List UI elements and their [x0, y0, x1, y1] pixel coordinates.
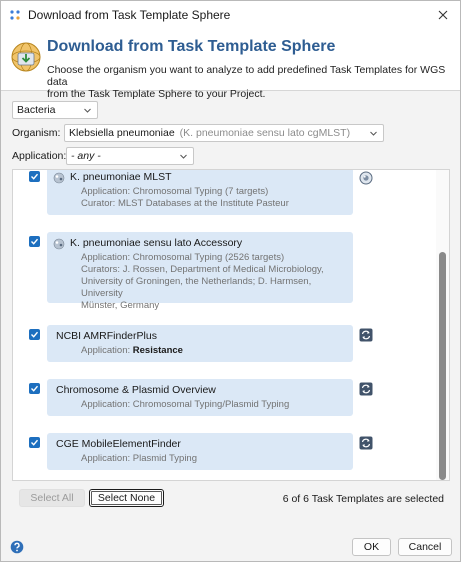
- page-title: Download from Task Template Sphere: [47, 38, 336, 55]
- detail-line: University of Groningen, the Netherlands…: [81, 276, 312, 299]
- item-checkbox[interactable]: [29, 171, 40, 182]
- checkmark-icon: [31, 173, 39, 180]
- task-template-list[interactable]: K. pneumoniae MLST Application: Chromoso…: [12, 169, 450, 481]
- select-none-button[interactable]: Select None: [89, 489, 164, 507]
- header-description: Choose the organism you want to analyze …: [47, 64, 452, 100]
- cancel-button[interactable]: Cancel: [398, 538, 452, 556]
- template-details: Application: Plasmid Typing: [81, 453, 197, 465]
- detail-line: Application: Chromosomal Typing (7 targe…: [81, 186, 269, 197]
- selection-status: 6 of 6 Task Templates are selected: [282, 493, 444, 505]
- template-name: NCBI AMRFinderPlus: [56, 330, 157, 342]
- template-icon: [53, 238, 65, 250]
- chevron-down-icon: [180, 154, 187, 159]
- chevron-down-icon: [370, 131, 377, 136]
- select-all-button[interactable]: Select All: [19, 489, 85, 507]
- dialog-header: Download from Task Template Sphere Choos…: [1, 29, 460, 100]
- detail-value: Resistance: [132, 345, 183, 356]
- checkmark-icon: [31, 331, 39, 338]
- template-card[interactable]: Chromosome & Plasmid Overview Applicatio…: [47, 379, 353, 416]
- detail-line: Application: Chromosomal Typing (2526 ta…: [81, 252, 285, 263]
- scrollbar-thumb[interactable]: [439, 252, 446, 480]
- template-details: Application: Resistance: [81, 345, 183, 357]
- checkmark-icon: [31, 238, 39, 245]
- checkmark-icon: [31, 385, 39, 392]
- organism-label: Organism:: [12, 127, 61, 139]
- help-icon[interactable]: [10, 540, 24, 554]
- template-card[interactable]: K. pneumoniae MLST Application: Chromoso…: [47, 170, 353, 215]
- application-select[interactable]: - any -: [66, 147, 194, 165]
- dialog-window: Download from Task Template Sphere Downl…: [0, 0, 461, 562]
- app-grid-icon: [9, 9, 21, 21]
- template-name: Chromosome & Plasmid Overview: [56, 384, 216, 396]
- sync-icon: [359, 328, 373, 342]
- window-title: Download from Task Template Sphere: [28, 8, 231, 22]
- template-details: Application: Chromosomal Typing/Plasmid …: [81, 399, 289, 411]
- detail-line: Application: Plasmid Typing: [81, 453, 197, 464]
- detail-line: Curators: J. Rossen, Department of Medic…: [81, 264, 324, 275]
- close-icon: [438, 10, 448, 20]
- item-checkbox[interactable]: [29, 437, 40, 448]
- sphere-status-icon: [359, 171, 373, 185]
- application-select-value: - any -: [71, 150, 101, 162]
- sync-icon: [359, 436, 373, 450]
- sync-icon: [359, 382, 373, 396]
- template-name: CGE MobileElementFinder: [56, 438, 181, 450]
- description-line: from the Task Template Sphere to your Pr…: [47, 88, 266, 100]
- chevron-down-icon: [84, 108, 91, 113]
- organism-select[interactable]: Klebsiella pneumoniae (K. pneumoniae sen…: [64, 124, 384, 142]
- title-bar: Download from Task Template Sphere: [1, 1, 460, 29]
- application-label: Application:: [12, 150, 67, 162]
- close-button[interactable]: [432, 4, 454, 26]
- template-details: Application: Chromosomal Typing (7 targe…: [81, 186, 289, 210]
- sphere-download-icon: [10, 41, 42, 73]
- organism-select-value: Klebsiella pneumoniae: [69, 127, 175, 139]
- item-checkbox[interactable]: [29, 236, 40, 247]
- ok-button[interactable]: OK: [352, 538, 391, 556]
- template-name: K. pneumoniae sensu lato Accessory: [70, 237, 243, 249]
- template-card[interactable]: CGE MobileElementFinder Application: Pla…: [47, 433, 353, 470]
- detail-line: Münster, Germany: [81, 300, 160, 311]
- detail-line: Curator: MLST Databases at the Institute…: [81, 198, 289, 209]
- item-checkbox[interactable]: [29, 329, 40, 340]
- organism-select-hint: (K. pneumoniae sensu lato cgMLST): [179, 127, 351, 139]
- detail-line: Application: Chromosomal Typing/Plasmid …: [81, 399, 290, 410]
- description-line: Choose the organism you want to analyze …: [47, 64, 446, 88]
- kingdom-select-value: Bacteria: [17, 104, 56, 116]
- scrollbar-track[interactable]: [436, 170, 449, 480]
- detail-prefix: Application:: [81, 345, 133, 356]
- template-card[interactable]: NCBI AMRFinderPlus Application: Resistan…: [47, 325, 353, 362]
- template-icon: [53, 172, 65, 184]
- template-card[interactable]: K. pneumoniae sensu lato Accessory Appli…: [47, 232, 353, 311]
- kingdom-select[interactable]: Bacteria: [12, 101, 98, 119]
- template-name: K. pneumoniae MLST: [70, 171, 172, 183]
- checkmark-icon: [31, 439, 39, 446]
- item-checkbox[interactable]: [29, 383, 40, 394]
- template-details: Application: Chromosomal Typing (2526 ta…: [81, 252, 353, 312]
